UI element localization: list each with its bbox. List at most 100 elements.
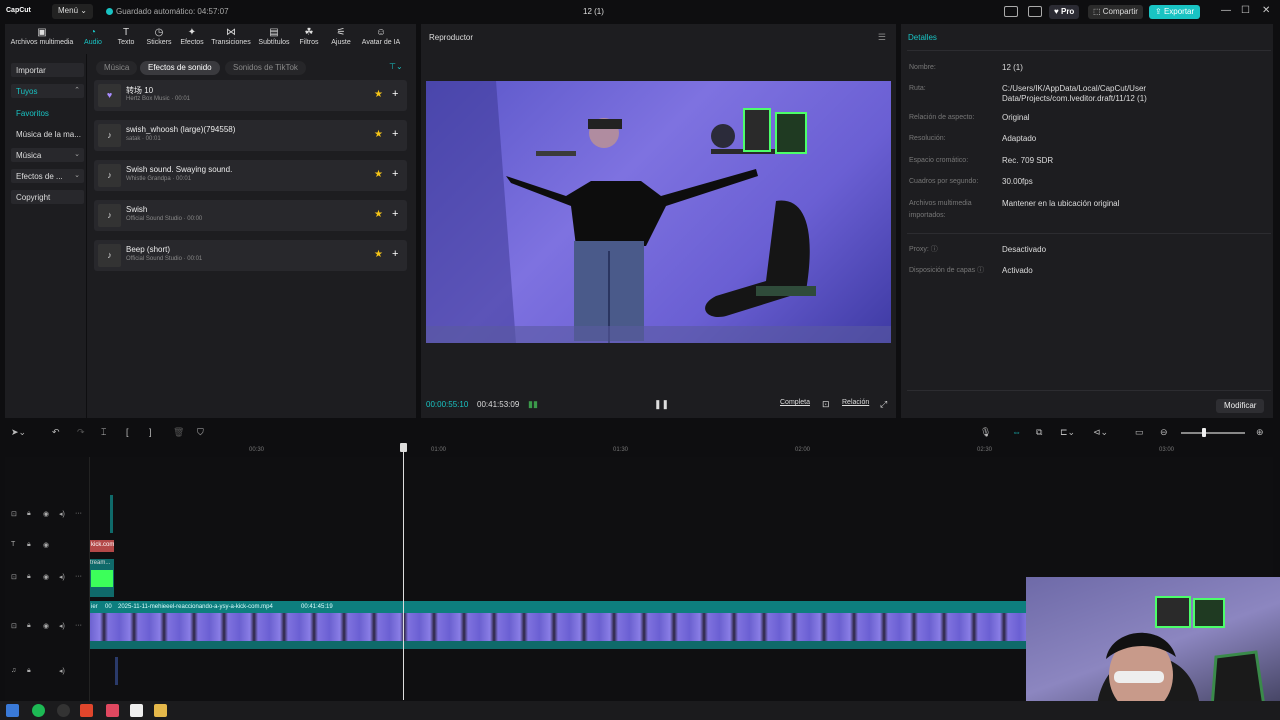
speaker-icon[interactable]: ◂) xyxy=(59,622,65,630)
timeline-ruler[interactable]: 00:30 01:00 01:30 02:00 02:30 03:00 xyxy=(89,443,1273,457)
tab-effects[interactable]: ✦ Efectos xyxy=(179,27,205,46)
zoom-slider-handle[interactable] xyxy=(1202,428,1206,437)
shortcut-icon[interactable] xyxy=(1028,6,1042,17)
list-item[interactable]: ♪ Swish sound. Swaying sound. Whistle Gr… xyxy=(94,160,407,191)
full-quality-button[interactable]: Completa xyxy=(780,399,810,406)
aspect-ratio-button[interactable]: Relación xyxy=(842,399,869,406)
lock-icon[interactable]: 🔒︎ xyxy=(27,622,31,630)
link-icon[interactable]: ⇔ xyxy=(1012,427,1021,437)
brave-icon[interactable] xyxy=(80,704,93,717)
sidebar-item-music-more[interactable]: Música de la ma... xyxy=(11,127,86,141)
menu-icon[interactable]: ☰ xyxy=(878,32,886,43)
tab-adjust[interactable]: ⚟ Ajuste xyxy=(329,27,353,46)
sidebar-item-yours[interactable]: Tuyos ⌃ xyxy=(11,84,84,98)
delete-icon[interactable]: 🗑 xyxy=(173,427,184,438)
trim-left-icon[interactable]: [ xyxy=(126,427,129,437)
add-icon[interactable]: + xyxy=(392,88,398,100)
tab-ai-avatar[interactable]: ☺ Avatar de IA xyxy=(360,27,402,46)
list-item[interactable]: ♪ Swish Official Sound Studio · 00:00 ★ … xyxy=(94,200,407,231)
add-icon[interactable]: + xyxy=(392,248,398,260)
select-tool-icon[interactable]: ➤⌄ xyxy=(11,427,26,438)
audio-clip[interactable] xyxy=(110,495,113,533)
capcut-taskbar-icon[interactable] xyxy=(130,704,143,717)
add-icon[interactable]: + xyxy=(392,128,398,140)
info-icon[interactable]: ⓘ xyxy=(977,267,984,274)
sticker-clip[interactable]: tream... xyxy=(90,559,114,597)
media-app-icon[interactable] xyxy=(106,704,119,717)
zoom-slider[interactable] xyxy=(1181,432,1245,434)
eye-icon[interactable]: ◉ xyxy=(43,622,49,630)
filter-icon[interactable]: ⊤⌄ xyxy=(389,62,403,71)
file-explorer-icon[interactable] xyxy=(154,704,167,717)
speaker-icon[interactable]: ◂) xyxy=(59,667,65,675)
menu-button[interactable]: Menú ⌄ xyxy=(52,4,93,19)
playhead[interactable] xyxy=(403,443,404,700)
shield-icon[interactable]: ⛉ xyxy=(197,427,204,438)
list-item[interactable]: ♥ 转场 10 Hertz Box Music · 00:01 ★ + xyxy=(94,80,407,111)
eye-icon[interactable]: ◉ xyxy=(43,541,49,549)
favorite-star-icon[interactable]: ★ xyxy=(374,249,383,260)
add-icon[interactable]: + xyxy=(392,208,398,220)
zoom-out-icon[interactable]: ⊖ xyxy=(1160,427,1168,438)
tab-text[interactable]: T Texto xyxy=(115,27,137,46)
maximize-icon[interactable]: ☐ xyxy=(1241,5,1250,16)
list-item[interactable]: ♪ Beep (short) Official Sound Studio · 0… xyxy=(94,240,407,271)
favorite-star-icon[interactable]: ★ xyxy=(374,129,383,140)
lock-icon[interactable]: 🔒︎ xyxy=(27,510,31,518)
favorite-star-icon[interactable]: ★ xyxy=(374,169,383,180)
pro-button[interactable]: ♥ Pro xyxy=(1049,5,1080,19)
subtab-music[interactable]: Música xyxy=(96,61,138,75)
windows-start-icon[interactable] xyxy=(6,704,19,717)
sidebar-item-music[interactable]: Música ⌄ xyxy=(11,148,84,162)
caption-icon[interactable]: ▭ xyxy=(1135,427,1144,438)
zoom-in-icon[interactable]: ⊕ xyxy=(1256,427,1264,438)
share-button[interactable]: ⬚ Compartir xyxy=(1088,5,1143,19)
video-preview[interactable] xyxy=(426,81,891,343)
add-icon[interactable]: + xyxy=(392,168,398,180)
sidebar-item-effects[interactable]: Efectos de ... ⌄ xyxy=(11,169,84,183)
obs-icon[interactable] xyxy=(57,704,70,717)
modify-button[interactable]: Modificar xyxy=(1216,399,1265,413)
main-video-clip[interactable]: ier 00 2025-11-11-mehieeel-reaccionando-… xyxy=(90,601,1026,649)
subtab-sound-effects[interactable]: Efectos de sonido xyxy=(140,61,220,75)
favorite-star-icon[interactable]: ★ xyxy=(374,209,383,220)
playhead-handle[interactable] xyxy=(400,443,407,452)
tab-media[interactable]: ▣ Archivos multimedia xyxy=(9,27,75,46)
export-button[interactable]: ⇪ Exportar xyxy=(1149,5,1201,19)
lock-icon[interactable]: 🔒︎ xyxy=(27,541,31,549)
sidebar-item-favorites[interactable]: Favoritos xyxy=(11,106,84,120)
speaker-icon[interactable]: ◂) xyxy=(59,573,65,581)
text-clip[interactable]: kick.com xyxy=(90,540,114,552)
minimize-icon[interactable]: — xyxy=(1221,5,1231,16)
tab-transitions[interactable]: ⋈ Transiciones xyxy=(210,27,252,46)
spotify-icon[interactable] xyxy=(32,704,45,717)
pause-icon[interactable]: ❚❚ xyxy=(654,399,669,410)
lock-icon[interactable]: 🔒︎ xyxy=(27,573,31,581)
speaker-icon[interactable]: ◂) xyxy=(59,510,65,518)
magnet-icon[interactable]: ⧉ xyxy=(1036,427,1042,438)
trim-right-icon[interactable]: ] xyxy=(149,427,152,437)
fullscreen-icon[interactable]: ⤢ xyxy=(880,399,887,410)
list-item[interactable]: ♪ swish_whoosh (large)(794558) satak · 0… xyxy=(94,120,407,151)
lock-icon[interactable]: 🔒︎ xyxy=(27,667,31,675)
sidebar-item-copyright[interactable]: Copyright xyxy=(11,190,84,204)
undo-icon[interactable]: ↶ xyxy=(52,427,60,438)
layout-icon[interactable] xyxy=(1004,6,1018,17)
microphone-icon[interactable]: 🎙 xyxy=(980,427,991,438)
preview-axis-icon[interactable]: ⊲⌄ xyxy=(1093,427,1108,438)
info-icon[interactable]: ⓘ xyxy=(931,246,938,253)
tab-subtitles[interactable]: ▤ Subtítulos xyxy=(257,27,291,46)
tab-filters[interactable]: ☘ Filtros xyxy=(297,27,321,46)
redo-icon[interactable]: ↷ xyxy=(77,427,85,438)
close-icon[interactable]: ✕ xyxy=(1262,5,1270,16)
tab-stickers[interactable]: ◷ Stickers xyxy=(144,27,174,46)
audio-clip[interactable] xyxy=(115,657,118,685)
subtab-tiktok-sounds[interactable]: Sonidos de TikTok xyxy=(225,61,306,75)
split-icon[interactable]: ⌶ xyxy=(101,427,106,438)
more-icon[interactable]: ··· xyxy=(75,622,82,629)
sidebar-item-import[interactable]: Importar xyxy=(11,63,84,77)
more-icon[interactable]: ··· xyxy=(75,510,82,517)
screenshot-icon[interactable]: ⊡ xyxy=(822,399,830,410)
more-icon[interactable]: ··· xyxy=(75,573,82,580)
tab-audio[interactable]: ◔ Audio xyxy=(81,27,105,46)
